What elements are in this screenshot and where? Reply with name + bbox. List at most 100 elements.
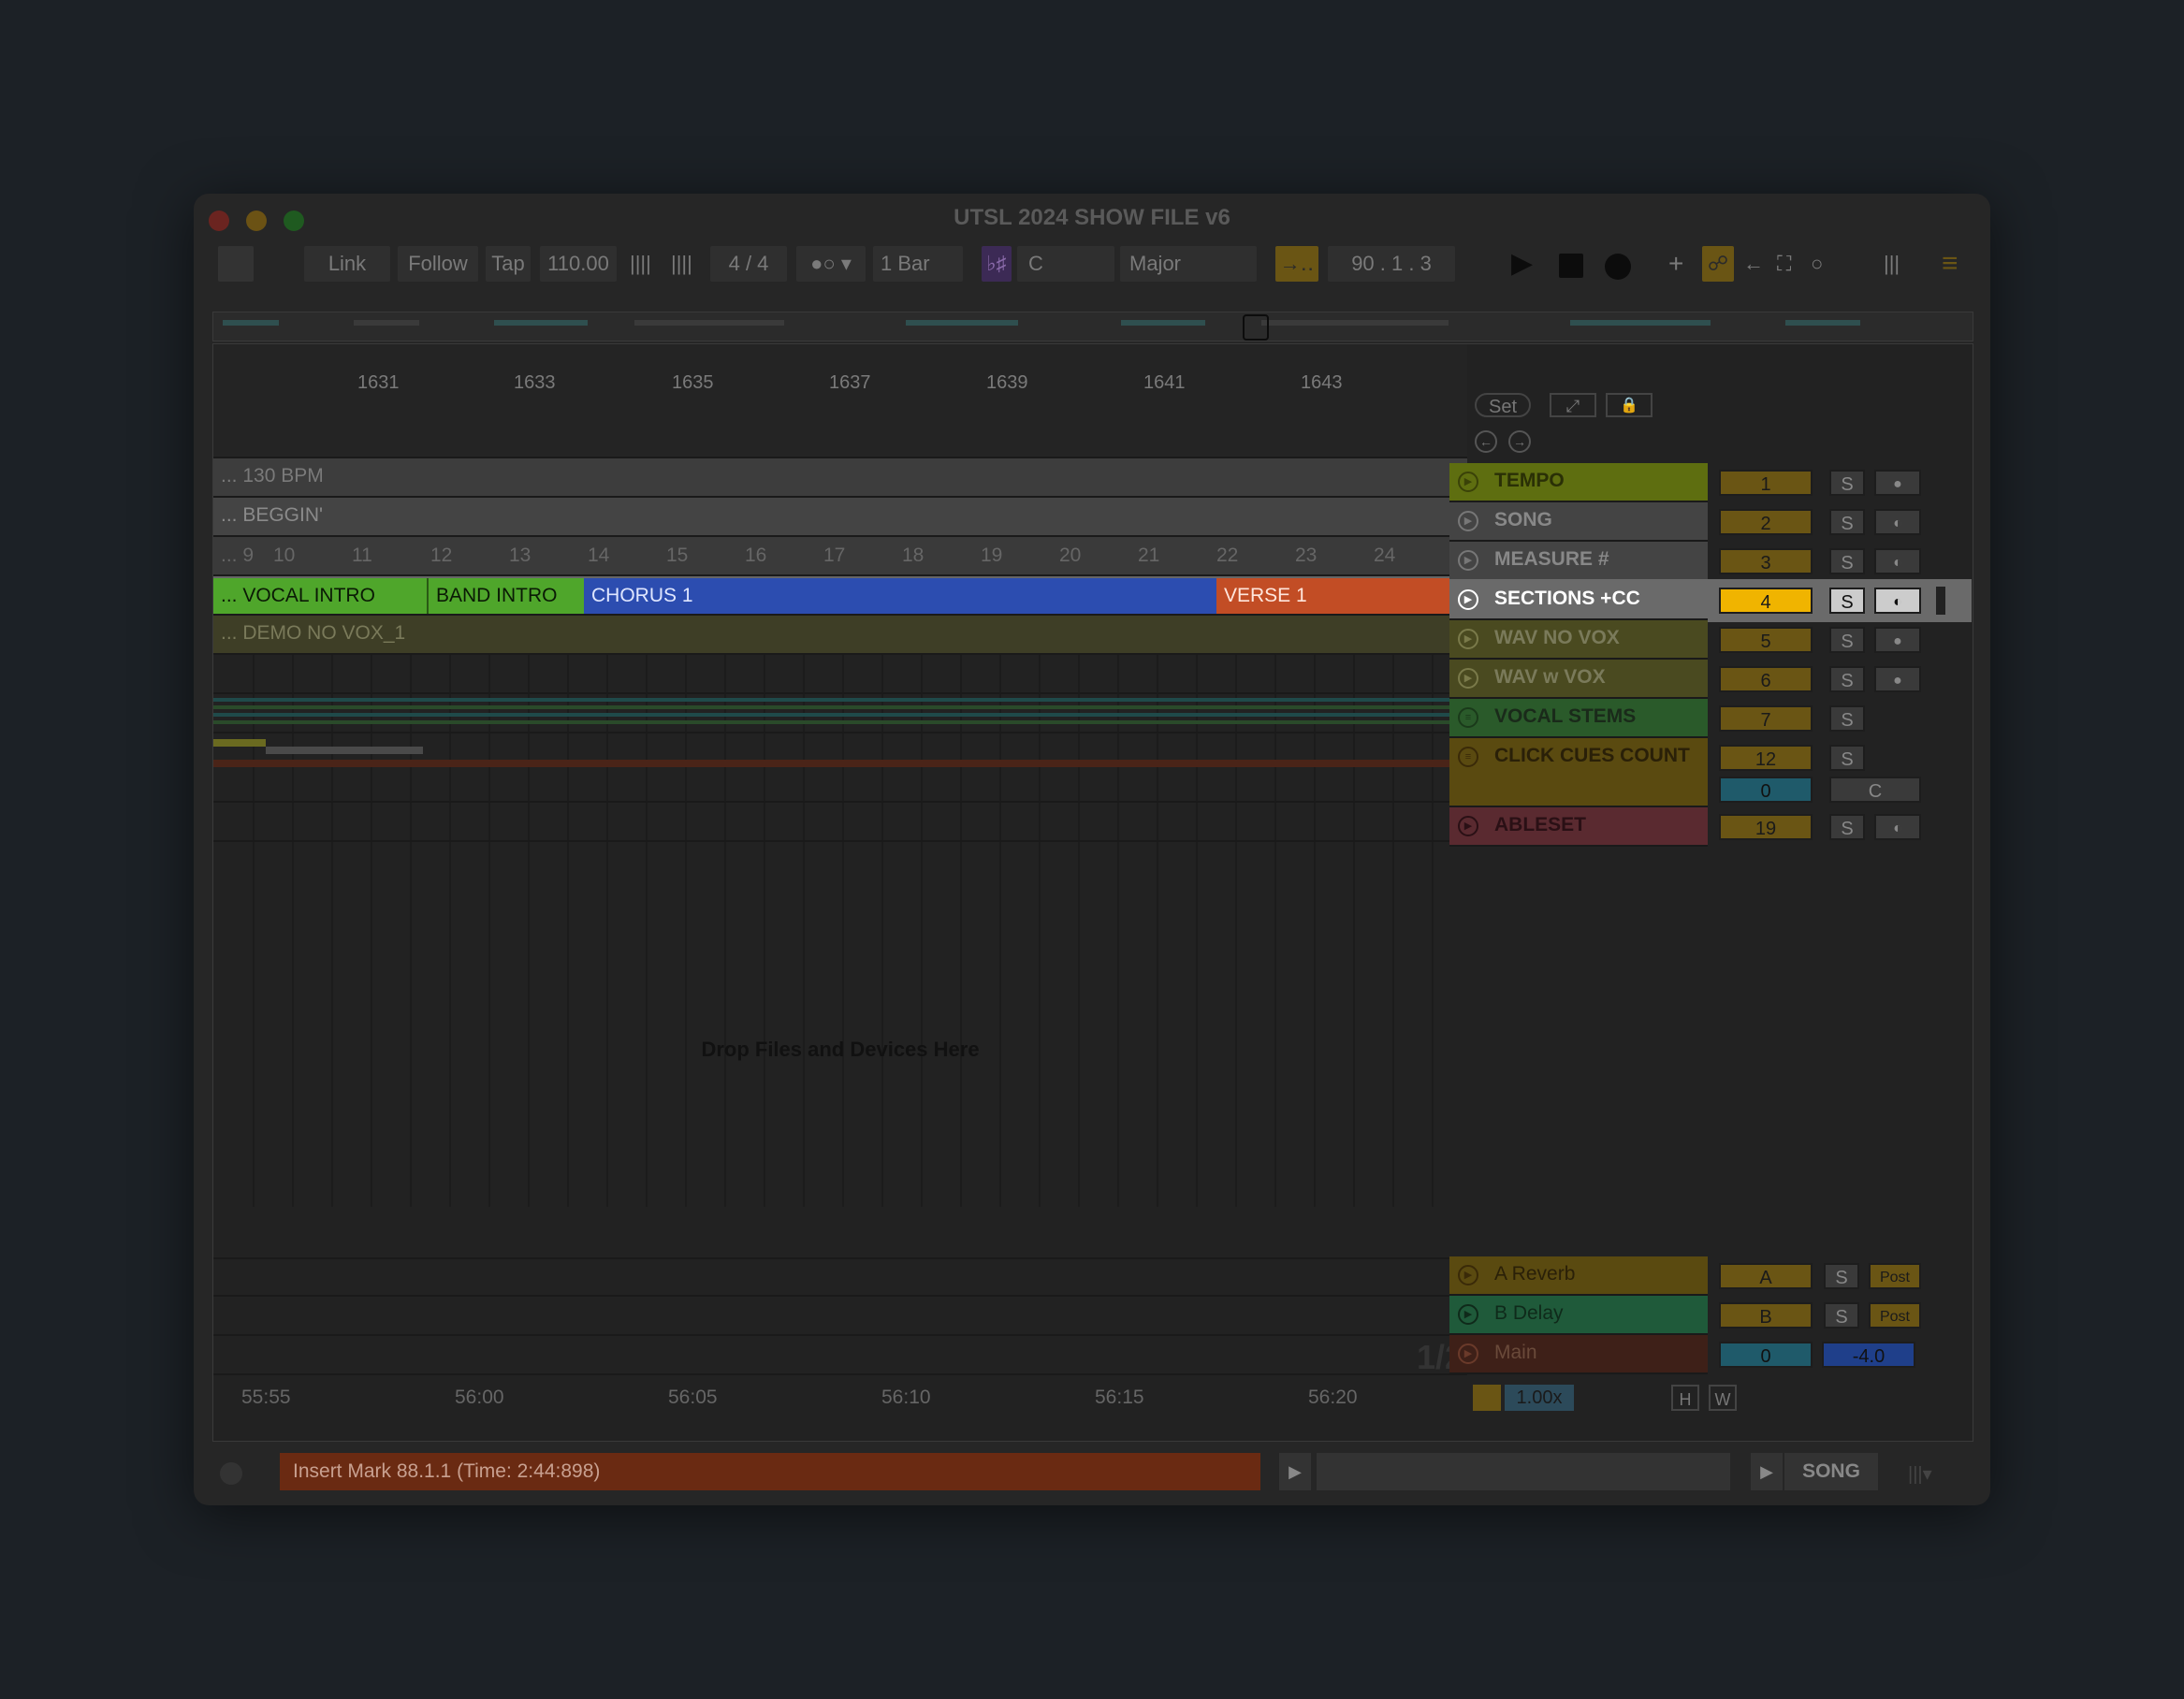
follow-playhead-icon[interactable]: →‥ <box>1275 246 1318 282</box>
track-number[interactable]: 5 <box>1719 627 1813 653</box>
bar-label[interactable]: 18 <box>902 537 924 574</box>
metronome-button[interactable]: ●○ ▾ <box>796 246 866 282</box>
quantization-select[interactable]: 1 Bar <box>873 246 963 282</box>
bar-label[interactable]: 16 <box>745 537 766 574</box>
crossfade-button[interactable]: C <box>1829 777 1921 803</box>
return-header-b-delay[interactable]: ▶ B Delay <box>1449 1296 1708 1335</box>
play-track-icon[interactable]: ▶ <box>1458 816 1478 836</box>
h-button[interactable]: H <box>1671 1385 1699 1411</box>
add-overdub-icon[interactable]: + <box>1668 246 1683 282</box>
track-header-ableset[interactable]: ▶ ABLESET <box>1449 807 1708 847</box>
session-record-icon[interactable]: ○ <box>1811 246 1823 282</box>
track-number[interactable]: 7 <box>1719 705 1813 732</box>
solo-button[interactable]: S <box>1829 548 1865 574</box>
solo-button[interactable]: S <box>1829 470 1865 496</box>
back-to-arrangement-icon[interactable]: ← <box>1743 246 1764 282</box>
bar-label[interactable]: 24 <box>1374 537 1395 574</box>
play-track-icon[interactable]: ▶ <box>1458 1343 1478 1364</box>
track-header-vocal-stems[interactable]: ≡ VOCAL STEMS <box>1449 699 1708 738</box>
audio-clip[interactable]: ... DEMO NO VOX_1 <box>213 616 1467 653</box>
bar-label[interactable]: 11 <box>352 537 372 574</box>
bar-label[interactable]: 15 <box>666 537 688 574</box>
track-number[interactable]: 1 <box>1719 470 1813 496</box>
play-track-icon[interactable]: ▶ <box>1458 472 1478 492</box>
track-header-click-cues[interactable]: ≡ CLICK CUES COUNT <box>1449 738 1708 807</box>
solo-button[interactable]: S <box>1829 627 1865 653</box>
pan-field[interactable]: 0 <box>1719 1342 1813 1368</box>
track-header-wav-w-vox[interactable]: ▶ WAV w VOX <box>1449 660 1708 699</box>
solo-button[interactable]: S <box>1829 705 1865 732</box>
monitor-icon[interactable]: ◐ <box>1874 814 1921 840</box>
arm-button[interactable]: ● <box>1874 666 1921 692</box>
bar-label[interactable]: 17 <box>823 537 845 574</box>
track-number[interactable]: B <box>1719 1302 1813 1329</box>
track-number[interactable]: 12 <box>1719 745 1813 771</box>
track-number[interactable]: 6 <box>1719 666 1813 692</box>
solo-button[interactable]: S <box>1824 1263 1859 1289</box>
waveform-zoom-icon[interactable] <box>1473 1385 1501 1411</box>
zoom-field[interactable]: 1.00x <box>1505 1385 1574 1411</box>
group-fold-icon[interactable]: ≡ <box>1458 707 1478 728</box>
info-view-icon[interactable] <box>220 1462 242 1485</box>
position-display[interactable]: 90 . 1 . 3 <box>1328 246 1455 282</box>
drop-zone[interactable]: Drop Files and Devices Here <box>213 842 1467 1257</box>
stop-icon[interactable] <box>1559 254 1583 278</box>
track-header-sections[interactable]: ▶ SECTIONS +CC <box>1449 581 1708 620</box>
link-button[interactable]: Link <box>304 246 390 282</box>
song-clip[interactable]: ... BEGGIN' <box>213 498 1467 535</box>
solo-button[interactable]: S <box>1829 745 1865 771</box>
bar-label[interactable]: ... 9 <box>221 537 254 574</box>
tap-tempo-button[interactable]: Tap <box>486 246 531 282</box>
group-fold-icon[interactable]: ≡ <box>1458 747 1478 767</box>
lock-icon[interactable]: 🔒 <box>1606 393 1653 417</box>
arm-button[interactable]: ● <box>1874 470 1921 496</box>
track-header-song[interactable]: ▶ SONG <box>1449 502 1708 542</box>
bar-label[interactable]: 14 <box>588 537 609 574</box>
play-track-icon[interactable]: ▶ <box>1458 668 1478 689</box>
nudge-up-icon[interactable]: |||| <box>671 246 692 282</box>
set-locator-button[interactable]: Set <box>1475 393 1531 417</box>
bar-label[interactable]: 23 <box>1295 537 1317 574</box>
next-locator-icon[interactable]: → <box>1508 430 1531 453</box>
bar-label[interactable]: 20 <box>1059 537 1081 574</box>
beat-time-ruler[interactable]: 1631 1633 1635 1637 1639 1641 1643 <box>213 344 1467 458</box>
section-clip[interactable]: BAND INTRO <box>427 578 584 614</box>
monitor-icon[interactable]: ◐ <box>1874 548 1921 574</box>
bar-label[interactable]: 19 <box>981 537 1002 574</box>
solo-button[interactable]: S <box>1829 666 1865 692</box>
expand-icon[interactable]: ⤢ <box>1550 393 1596 417</box>
monitor-icon[interactable]: ◐ <box>1874 588 1921 614</box>
capture-icon[interactable]: ⛶ <box>1777 246 1791 282</box>
section-clip[interactable]: CHORUS 1 <box>584 578 1216 614</box>
time-ruler[interactable]: 55:55 56:00 56:05 56:10 56:15 56:20 <box>213 1375 1467 1422</box>
return-header-a-reverb[interactable]: ▶ A Reverb <box>1449 1256 1708 1296</box>
section-clip[interactable]: VERSE 1 <box>1216 578 1467 614</box>
time-signature-field[interactable]: 4 / 4 <box>710 246 787 282</box>
monitor-icon[interactable]: ◐ <box>1874 509 1921 535</box>
scale-mode-icon[interactable]: ♭♯ <box>982 246 1012 282</box>
solo-button[interactable]: S <box>1829 588 1865 614</box>
track-number[interactable]: A <box>1719 1263 1813 1289</box>
group-value-field[interactable]: 0 <box>1719 777 1813 803</box>
track-header-measure[interactable]: ▶ MEASURE # <box>1449 542 1708 581</box>
bar-label[interactable]: 22 <box>1216 537 1238 574</box>
track-number[interactable]: 4 <box>1719 588 1813 614</box>
section-clip[interactable]: ... VOCAL INTRO <box>213 578 427 614</box>
main-track-header[interactable]: ▶ Main <box>1449 1335 1708 1374</box>
track-number[interactable]: 19 <box>1719 814 1813 840</box>
view-toggle-icon[interactable] <box>218 246 254 282</box>
track-number[interactable]: 2 <box>1719 509 1813 535</box>
arm-button[interactable]: ● <box>1874 627 1921 653</box>
bar-label[interactable]: 13 <box>509 537 531 574</box>
track-header-wav-no-vox[interactable]: ▶ WAV NO VOX <box>1449 620 1708 660</box>
play-track-icon[interactable]: ▶ <box>1458 1265 1478 1285</box>
nudge-down-icon[interactable]: |||| <box>630 246 651 282</box>
track-header-tempo[interactable]: ▶ TEMPO <box>1449 463 1708 502</box>
solo-button[interactable]: S <box>1829 509 1865 535</box>
previous-locator-icon[interactable]: ← <box>1475 430 1497 453</box>
key-select[interactable]: C <box>1017 246 1114 282</box>
post-button[interactable]: Post <box>1869 1263 1921 1289</box>
w-button[interactable]: W <box>1709 1385 1737 1411</box>
overview-viewport-handle[interactable] <box>1243 314 1269 341</box>
volume-field[interactable]: -4.0 <box>1822 1342 1915 1368</box>
